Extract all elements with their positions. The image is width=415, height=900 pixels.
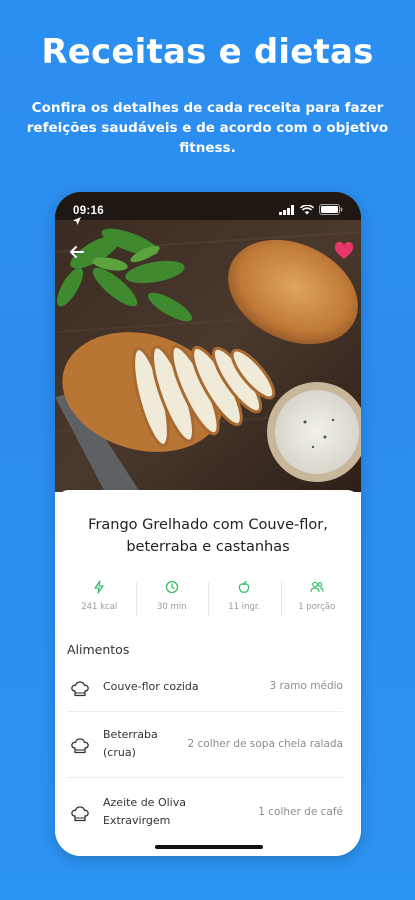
stat-portions: 1 porção [280,580,354,620]
status-icons [279,204,343,215]
chef-hat-icon [71,681,89,697]
food-name: Couve-flor cozida [103,680,199,693]
food-quantity: 3 ramo médio [269,680,343,692]
page-subtitle: Confira os detalhes de cada receita para… [26,100,389,156]
recipe-details-card: Frango Grelhado com Couve-flor, beterrab… [55,490,361,856]
signal-icon [279,204,294,215]
home-indicator[interactable] [155,845,263,849]
foods-list: Couve-flor cozida 3 ramo médio Beterraba… [67,666,343,844]
clock-icon [165,580,178,594]
stat-ingredients: 11 ingr. [208,580,281,620]
food-item[interactable]: Beterraba (crua) 2 colher de sopa cheia … [67,712,343,778]
stat-time: 30 min [135,580,209,620]
recipe-photo: 09:16 [55,192,361,492]
location-arrow-icon [73,217,81,225]
stat-time-label: 30 min [156,602,187,612]
status-bar: 09:16 [55,192,361,228]
food-item[interactable]: Couve-flor cozida 3 ramo médio [67,666,343,712]
recipe-stats: 241 kcal 30 min 11 ingr. 1 porção [63,580,353,620]
food-name: Azeite de Oliva Extravirgem [103,796,186,827]
wifi-icon [300,204,314,214]
recipe-title: Frango Grelhado com Couve-flor, beterrab… [88,517,328,555]
stat-calories: 241 kcal [63,580,136,620]
food-name: Beterraba (crua) [103,728,158,759]
lightning-icon [94,580,104,594]
stat-calories-label: 241 kcal [81,602,118,612]
page-headline: Receitas e dietas [41,32,374,72]
people-icon [310,581,324,593]
chef-hat-icon [71,738,89,754]
stat-portions-label: 1 porção [298,602,336,612]
battery-icon [319,204,343,215]
favorite-heart-icon[interactable] [333,240,355,262]
food-quantity: 2 colher de sopa cheia ralada [187,738,343,750]
chef-hat-icon [71,806,89,822]
phone-screen: 09:16 Frango Grelhado com Couve-flor, be… [55,192,361,856]
food-item[interactable]: Azeite de Oliva Extravirgem 1 colher de … [67,778,343,844]
stat-ingredients-label: 11 ingr. [228,602,261,612]
food-quantity: 1 colher de café [258,806,343,818]
apple-icon [239,580,250,593]
back-arrow-icon[interactable] [67,242,87,262]
status-time: 09:16 [73,205,104,225]
foods-section-title: Alimentos [67,642,130,657]
